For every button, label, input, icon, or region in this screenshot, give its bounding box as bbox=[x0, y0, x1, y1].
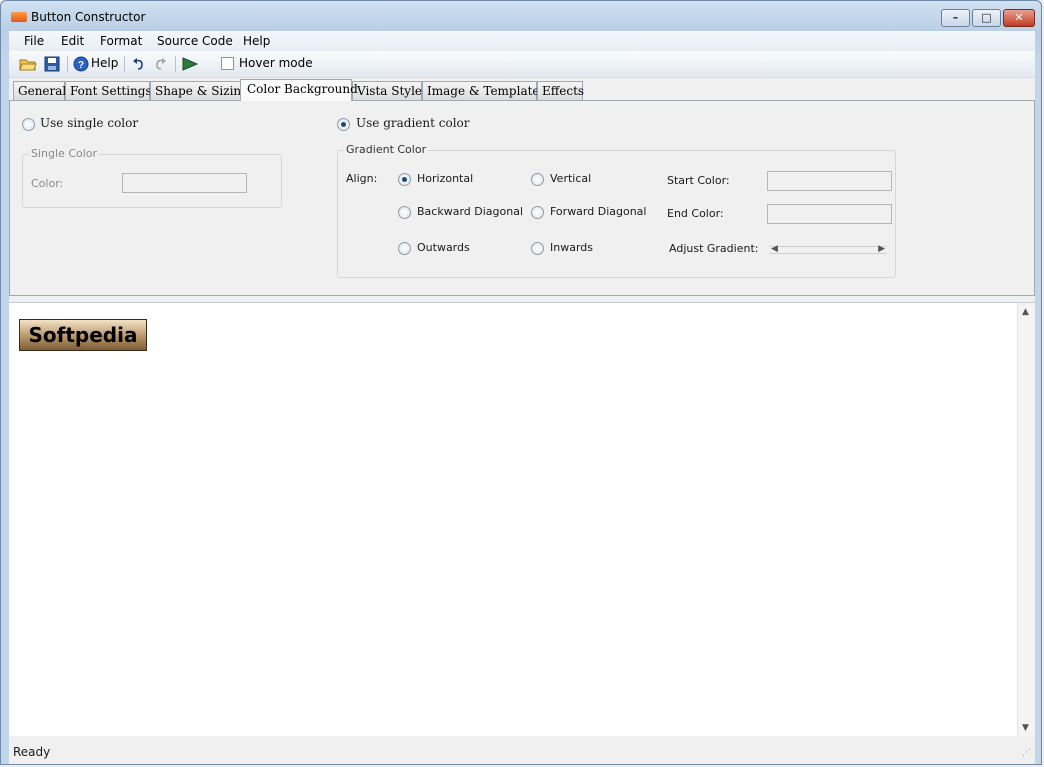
window-title: Button Constructor bbox=[31, 10, 146, 24]
scroll-up-icon[interactable]: ▲ bbox=[1022, 307, 1029, 317]
gradient-color-radio[interactable] bbox=[337, 118, 350, 131]
menu-edit[interactable]: Edit bbox=[61, 34, 84, 48]
align-inwards-radio[interactable] bbox=[531, 242, 544, 255]
toolbar: ? Help Hover mode bbox=[9, 51, 1035, 78]
toolbar-separator bbox=[124, 56, 125, 72]
open-folder-icon[interactable] bbox=[19, 56, 37, 72]
tab-color-background[interactable]: Color Background bbox=[240, 79, 358, 101]
menu-bar: File Edit Format Source Code Help bbox=[9, 31, 1035, 51]
tab-vista-style[interactable]: Vista Style bbox=[352, 81, 422, 100]
end-color-label: End Color: bbox=[667, 207, 724, 220]
scroll-right-icon[interactable]: ▶ bbox=[878, 244, 885, 254]
status-bar: Ready ⋰ bbox=[9, 736, 1035, 764]
adjust-gradient-slider[interactable]: ◀ ▶ bbox=[769, 244, 887, 254]
start-color-label: Start Color: bbox=[667, 174, 730, 187]
run-preview-icon[interactable] bbox=[181, 56, 199, 72]
svg-text:?: ? bbox=[78, 60, 84, 71]
tab-general[interactable]: General bbox=[13, 81, 66, 100]
align-outwards-radio[interactable] bbox=[398, 242, 411, 255]
status-text: Ready bbox=[13, 745, 51, 759]
undo-icon[interactable] bbox=[131, 56, 145, 72]
single-color-radio[interactable] bbox=[22, 118, 35, 131]
gradient-color-label: Use gradient color bbox=[356, 116, 470, 130]
tab-shape-sizing[interactable]: Shape & Sizing bbox=[150, 81, 249, 100]
toolbar-separator bbox=[67, 56, 68, 72]
tab-effects[interactable]: Effects bbox=[537, 81, 584, 100]
align-forward-diagonal-label: Forward Diagonal bbox=[550, 205, 647, 218]
minimize-button[interactable]: – bbox=[941, 9, 970, 27]
help-icon[interactable]: ? bbox=[73, 56, 89, 72]
menu-file[interactable]: File bbox=[24, 34, 44, 48]
single-color-group: Single Color Color: bbox=[22, 147, 282, 208]
scroll-down-icon[interactable]: ▼ bbox=[1022, 723, 1029, 733]
color-label: Color: bbox=[31, 177, 64, 190]
tab-image-templates[interactable]: Image & Templates bbox=[422, 81, 546, 100]
align-label: Align: bbox=[346, 172, 378, 185]
hover-mode-checkbox[interactable] bbox=[221, 57, 234, 70]
menu-help[interactable]: Help bbox=[243, 34, 270, 48]
align-horizontal-label: Horizontal bbox=[417, 172, 474, 185]
tab-font-settings[interactable]: Font Settings bbox=[65, 81, 152, 100]
color-background-panel: Use single color Use gradient color Sing… bbox=[9, 100, 1035, 296]
align-forward-diagonal-radio[interactable] bbox=[531, 206, 544, 219]
align-backward-diagonal-label: Backward Diagonal bbox=[417, 205, 523, 218]
menu-source-code[interactable]: Source Code bbox=[157, 34, 233, 48]
align-backward-diagonal-radio[interactable] bbox=[398, 206, 411, 219]
align-vertical-label: Vertical bbox=[550, 172, 592, 185]
redo-icon[interactable] bbox=[154, 56, 168, 72]
help-button[interactable]: Help bbox=[91, 56, 118, 70]
minimize-icon: – bbox=[952, 11, 959, 24]
gradient-color-group-title: Gradient Color bbox=[344, 143, 429, 156]
maximize-icon: □ bbox=[981, 11, 992, 24]
hover-mode-label: Hover mode bbox=[239, 56, 313, 70]
single-color-label: Use single color bbox=[40, 116, 139, 130]
preview-button[interactable]: Softpedia bbox=[19, 319, 147, 351]
align-inwards-label: Inwards bbox=[550, 241, 593, 254]
start-color-field[interactable] bbox=[767, 171, 892, 191]
client-area: File Edit Format Source Code Help ? Help bbox=[9, 31, 1035, 764]
single-color-field[interactable] bbox=[122, 173, 247, 193]
preview-canvas: Softpedia ▲ ▼ bbox=[9, 302, 1035, 737]
align-outwards-label: Outwards bbox=[417, 241, 470, 254]
align-horizontal-radio[interactable] bbox=[398, 173, 411, 186]
align-vertical-radio[interactable] bbox=[531, 173, 544, 186]
single-color-group-title: Single Color bbox=[29, 147, 100, 160]
menu-format[interactable]: Format bbox=[100, 34, 142, 48]
scroll-left-icon[interactable]: ◀ bbox=[771, 244, 778, 254]
maximize-button[interactable]: □ bbox=[972, 9, 1001, 27]
gradient-color-group: Gradient Color Align: Horizontal Vertica… bbox=[337, 143, 896, 278]
save-icon[interactable] bbox=[44, 56, 60, 72]
title-bar: Button Constructor – □ ✕ bbox=[1, 1, 1041, 31]
close-icon: ✕ bbox=[1014, 11, 1024, 24]
adjust-gradient-label: Adjust Gradient: bbox=[669, 242, 759, 255]
app-icon bbox=[11, 12, 27, 22]
toolbar-separator bbox=[175, 56, 176, 72]
vertical-scrollbar[interactable]: ▲ ▼ bbox=[1017, 303, 1035, 737]
end-color-field[interactable] bbox=[767, 204, 892, 224]
application-window: Button Constructor – □ ✕ File Edit Forma… bbox=[0, 0, 1042, 765]
close-button[interactable]: ✕ bbox=[1003, 9, 1035, 27]
resize-grip-icon[interactable]: ⋰ bbox=[1022, 748, 1031, 758]
